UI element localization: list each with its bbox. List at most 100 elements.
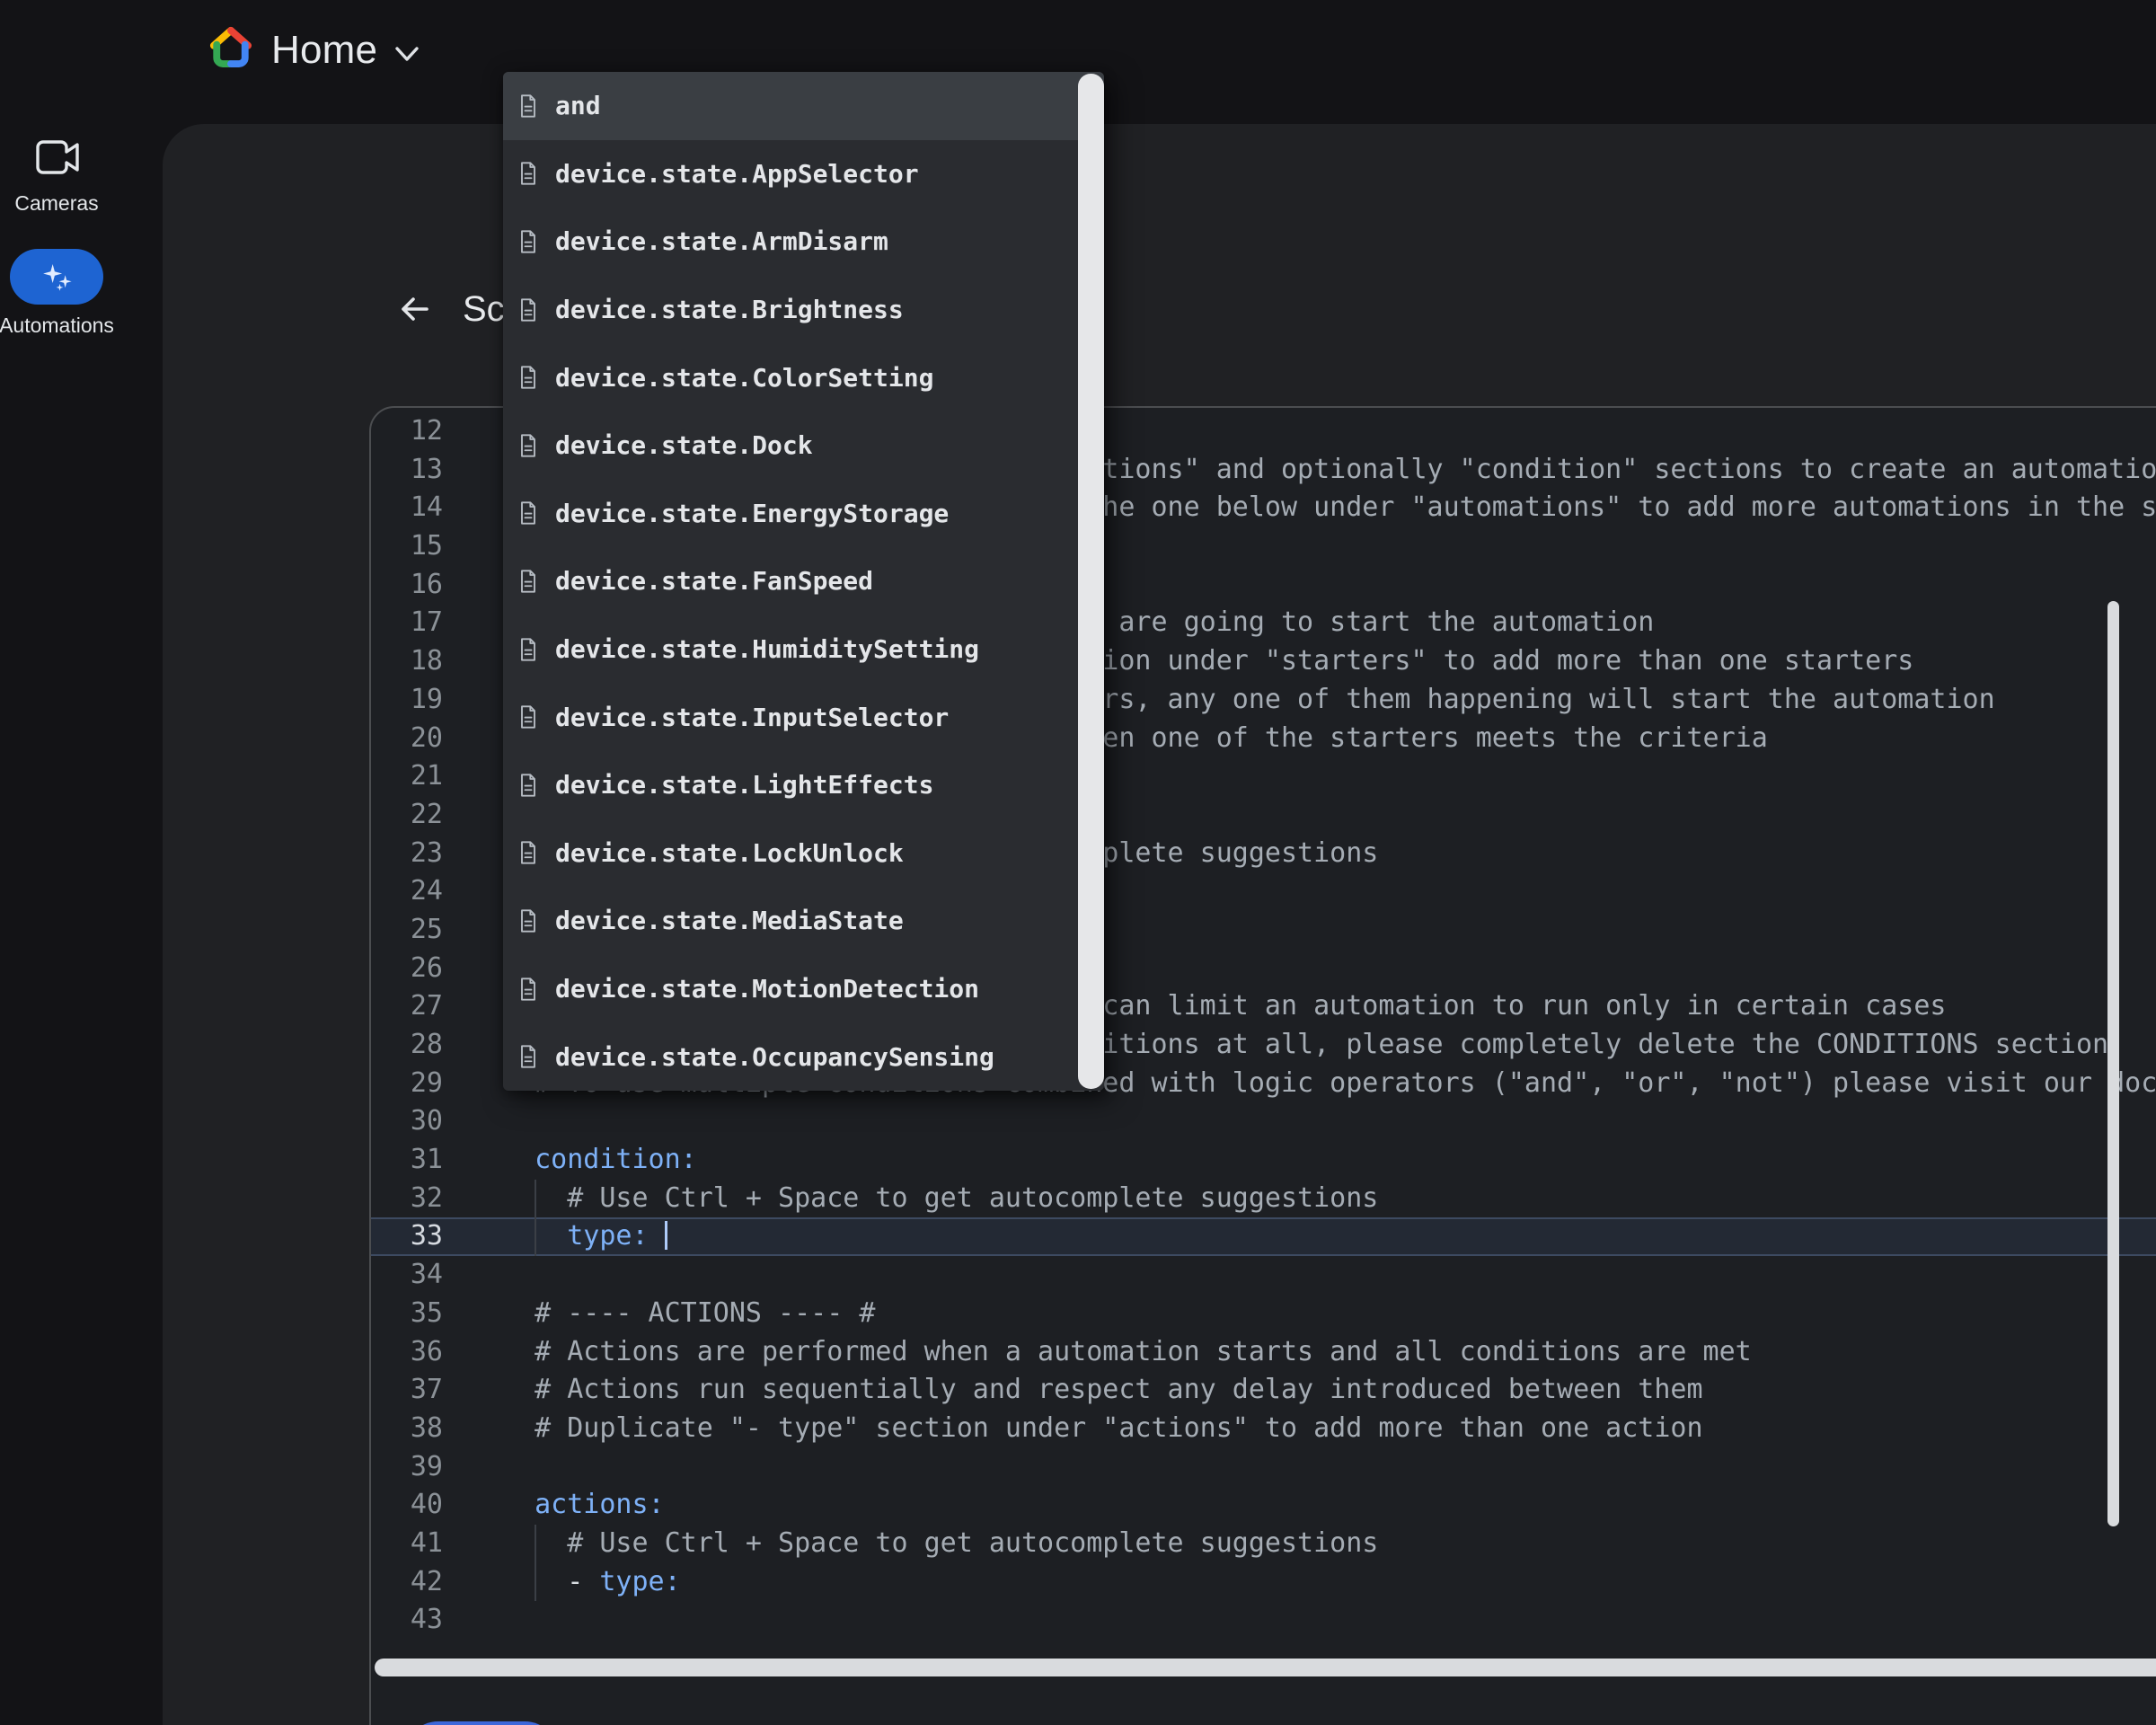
autocomplete-item[interactable]: device.state.LockUnlock — [503, 819, 1104, 888]
document-icon — [516, 433, 541, 458]
line-number: 35 — [371, 1295, 443, 1333]
autocomplete-item[interactable]: device.state.Dock — [503, 411, 1104, 480]
line-text: type: — [502, 1217, 667, 1256]
save-button[interactable]: Save — [403, 1721, 560, 1725]
document-icon — [516, 1044, 541, 1069]
line-text: # Use Ctrl + Space to get autocomplete s… — [502, 1180, 1378, 1218]
code-line[interactable]: 32 # Use Ctrl + Space to get autocomplet… — [371, 1180, 2156, 1218]
autocomplete-item[interactable]: device.state.Brightness — [503, 276, 1104, 344]
code-segment: actions: — [535, 1489, 665, 1520]
document-icon — [516, 297, 541, 323]
line-number: 30 — [371, 1102, 443, 1141]
line-number: 15 — [371, 527, 443, 566]
document-icon — [516, 161, 541, 186]
horizontal-scrollbar[interactable] — [375, 1659, 2156, 1676]
code-line[interactable]: 38 # Duplicate "- type" section under "a… — [371, 1410, 2156, 1448]
document-icon — [516, 637, 541, 662]
autocomplete-item-label: device.state.LightEffects — [555, 770, 933, 800]
code-line[interactable]: 41 # Use Ctrl + Space to get autocomplet… — [371, 1525, 2156, 1563]
line-number: 37 — [371, 1371, 443, 1410]
autocomplete-item-label: device.state.LockUnlock — [555, 838, 904, 868]
line-number: 20 — [371, 720, 443, 758]
code-line[interactable]: 39 — [371, 1448, 2156, 1487]
line-number: 40 — [371, 1486, 443, 1525]
code-segment: condition: — [535, 1144, 697, 1175]
autocomplete-item-label: device.state.AppSelector — [555, 159, 919, 189]
line-text: actions: — [502, 1486, 665, 1525]
sidebar-item-label: Automations — [0, 314, 134, 338]
sidebar-item-cameras[interactable]: Cameras — [0, 137, 113, 216]
code-line[interactable]: 35 # ---- ACTIONS ---- # — [371, 1295, 2156, 1333]
autocomplete-list: and device.state.AppSelector device.stat… — [503, 72, 1104, 1091]
autocomplete-item-label: device.state.MediaState — [555, 906, 904, 935]
autocomplete-item[interactable]: device.state.ColorSetting — [503, 343, 1104, 411]
text-cursor — [665, 1221, 667, 1250]
line-number: 36 — [371, 1333, 443, 1372]
document-icon — [516, 908, 541, 933]
code-line[interactable]: 36 # Actions are performed when a automa… — [371, 1333, 2156, 1372]
code-line[interactable]: 42 - type: — [371, 1563, 2156, 1602]
line-number: 21 — [371, 757, 443, 796]
document-icon — [516, 569, 541, 594]
code-segment: # Use Ctrl + Space to get autocomplete s… — [567, 1182, 1378, 1214]
code-line[interactable]: 43 — [371, 1601, 2156, 1640]
line-number: 13 — [371, 451, 443, 490]
google-home-logo-icon — [207, 23, 255, 72]
autocomplete-item[interactable]: device.state.MotionDetection — [503, 955, 1104, 1023]
code-segment — [502, 1144, 535, 1175]
document-icon — [516, 365, 541, 390]
code-line[interactable]: 30 — [371, 1102, 2156, 1141]
line-number: 27 — [371, 987, 443, 1026]
vertical-scrollbar[interactable] — [2107, 601, 2119, 1526]
autocomplete-item[interactable]: device.state.FanSpeed — [503, 547, 1104, 615]
autocomplete-item[interactable]: device.state.ArmDisarm — [503, 208, 1104, 276]
code-line[interactable]: 37 # Actions run sequentially and respec… — [371, 1371, 2156, 1410]
sidebar-item-automations[interactable]: Automations — [0, 249, 134, 338]
autocomplete-item[interactable]: device.state.AppSelector — [503, 140, 1104, 208]
autocomplete-item[interactable]: device.state.EnergyStorage — [503, 480, 1104, 548]
line-number: 19 — [371, 681, 443, 720]
code-segment — [649, 1220, 665, 1252]
line-number: 16 — [371, 566, 443, 605]
code-line[interactable]: 31 condition: — [371, 1141, 2156, 1180]
home-menu-label: Home — [271, 28, 377, 73]
code-segment — [502, 1297, 535, 1329]
code-segment: # Duplicate "- type" section under "acti… — [535, 1412, 1702, 1444]
document-icon — [516, 840, 541, 865]
line-text: # Use Ctrl + Space to get autocomplete s… — [502, 1525, 1378, 1563]
code-line[interactable]: 40 actions: — [371, 1486, 2156, 1525]
autocomplete-item[interactable]: device.state.OccupancySensing — [503, 1022, 1104, 1091]
autocomplete-item[interactable]: device.state.LightEffects — [503, 751, 1104, 819]
line-number: 22 — [371, 796, 443, 835]
indent-guide — [535, 1180, 536, 1256]
indent-guide — [535, 1525, 536, 1601]
autocomplete-item[interactable]: device.state.MediaState — [503, 887, 1104, 955]
back-button[interactable] — [389, 284, 439, 334]
autocomplete-item-label: device.state.ColorSetting — [555, 363, 933, 393]
autocomplete-item[interactable]: device.state.InputSelector — [503, 683, 1104, 751]
home-menu[interactable]: Home — [271, 25, 420, 75]
line-number: 14 — [371, 489, 443, 527]
code-line[interactable]: 34 — [371, 1256, 2156, 1295]
line-number: 24 — [371, 872, 443, 911]
code-segment — [502, 1336, 535, 1367]
code-line[interactable]: 33 type: — [371, 1217, 2156, 1256]
line-number: 31 — [371, 1141, 443, 1180]
line-number: 32 — [371, 1180, 443, 1218]
autocomplete-item[interactable]: and — [503, 72, 1104, 140]
line-text: - type: — [502, 1563, 681, 1602]
autocomplete-item-label: device.state.ArmDisarm — [555, 226, 888, 256]
validate-button[interactable]: Validate — [601, 1721, 730, 1725]
autocomplete-item-label: device.state.HumiditySetting — [555, 634, 979, 664]
line-number: 41 — [371, 1525, 443, 1563]
line-number: 33 — [371, 1217, 443, 1256]
autocomplete-item[interactable]: device.state.HumiditySetting — [503, 615, 1104, 684]
autocomplete-item-label: device.state.InputSelector — [555, 703, 949, 732]
autocomplete-scrollbar[interactable] — [1078, 74, 1104, 1089]
autocomplete-item-label: device.state.Brightness — [555, 295, 904, 324]
code-segment: # Actions are performed when a automatio… — [535, 1336, 1752, 1367]
line-number: 18 — [371, 642, 443, 681]
document-icon — [516, 500, 541, 526]
line-number: 43 — [371, 1601, 443, 1640]
autocomplete-item-label: device.state.Dock — [555, 430, 813, 460]
